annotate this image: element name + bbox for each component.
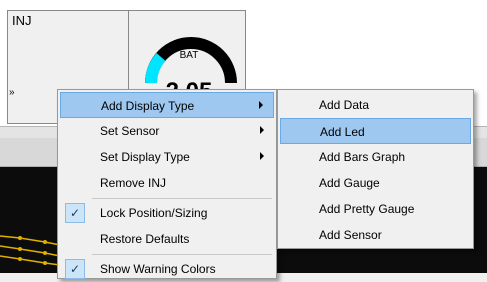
menu-separator	[92, 198, 272, 199]
menu-item-add-display-type[interactable]: Add Display Type	[60, 92, 274, 118]
plot-point	[43, 261, 47, 265]
inj-expand-arrow-icon: »	[9, 87, 15, 98]
plot-point	[43, 240, 47, 244]
plot-point	[18, 236, 22, 240]
plot-line-2	[0, 245, 61, 257]
menu-item-label: Lock Position/Sizing	[100, 206, 208, 220]
bat-gauge-label: BAT	[180, 50, 199, 61]
menu-item-label: Set Sensor	[100, 124, 160, 138]
plot-line-3	[0, 255, 61, 266]
submenu-item-add-data[interactable]: Add Data	[280, 92, 471, 118]
menu-item-label: Set Display Type	[100, 150, 190, 164]
context-menu: Add Display Type Set Sensor Set Display …	[57, 89, 277, 279]
display-type-submenu: Add Data Add Led Add Bars Graph Add Gaug…	[277, 89, 474, 249]
submenu-item-add-bars-graph[interactable]: Add Bars Graph	[280, 144, 471, 170]
submenu-item-label: Add Data	[319, 98, 370, 112]
menu-item-lock-position-sizing[interactable]: ✓ Lock Position/Sizing	[60, 200, 274, 226]
plot-point	[18, 247, 22, 251]
submenu-item-add-sensor[interactable]: Add Sensor	[280, 222, 471, 248]
menu-item-restore-defaults[interactable]: Restore Defaults	[60, 226, 274, 252]
submenu-arrow-icon	[260, 126, 264, 134]
checkmark-icon: ✓	[65, 259, 85, 279]
submenu-item-label: Add Led	[320, 125, 365, 139]
submenu-item-label: Add Gauge	[319, 176, 380, 190]
menu-item-label: Show Warning Colors	[100, 262, 216, 276]
menu-item-label: Restore Defaults	[100, 232, 190, 246]
plot-point	[18, 257, 22, 261]
menu-item-label: Add Display Type	[101, 99, 195, 113]
inj-label: INJ	[12, 13, 32, 28]
menu-item-show-warning-colors[interactable]: ✓ Show Warning Colors	[60, 256, 274, 282]
checkmark-icon: ✓	[65, 203, 85, 223]
plot-point	[43, 251, 47, 255]
menu-item-label: Remove INJ	[100, 176, 167, 190]
submenu-item-add-pretty-gauge[interactable]: Add Pretty Gauge	[280, 196, 471, 222]
bat-gauge-fill	[145, 53, 166, 84]
submenu-item-add-led[interactable]: Add Led	[280, 118, 471, 144]
bat-gauge: BAT 2.05	[145, 37, 237, 91]
bat-gauge-panel[interactable]: BAT 2.05	[129, 10, 246, 91]
submenu-arrow-icon	[259, 101, 263, 109]
plot-line-1	[0, 235, 61, 246]
submenu-item-add-gauge[interactable]: Add Gauge	[280, 170, 471, 196]
menu-separator	[92, 254, 272, 255]
submenu-item-label: Add Sensor	[319, 228, 382, 242]
menu-item-set-display-type[interactable]: Set Display Type	[60, 144, 274, 170]
submenu-item-label: Add Bars Graph	[319, 150, 406, 164]
menu-item-set-sensor[interactable]: Set Sensor	[60, 118, 274, 144]
submenu-arrow-icon	[260, 152, 264, 160]
submenu-item-label: Add Pretty Gauge	[319, 202, 415, 216]
menu-item-remove-inj[interactable]: Remove INJ	[60, 170, 274, 196]
